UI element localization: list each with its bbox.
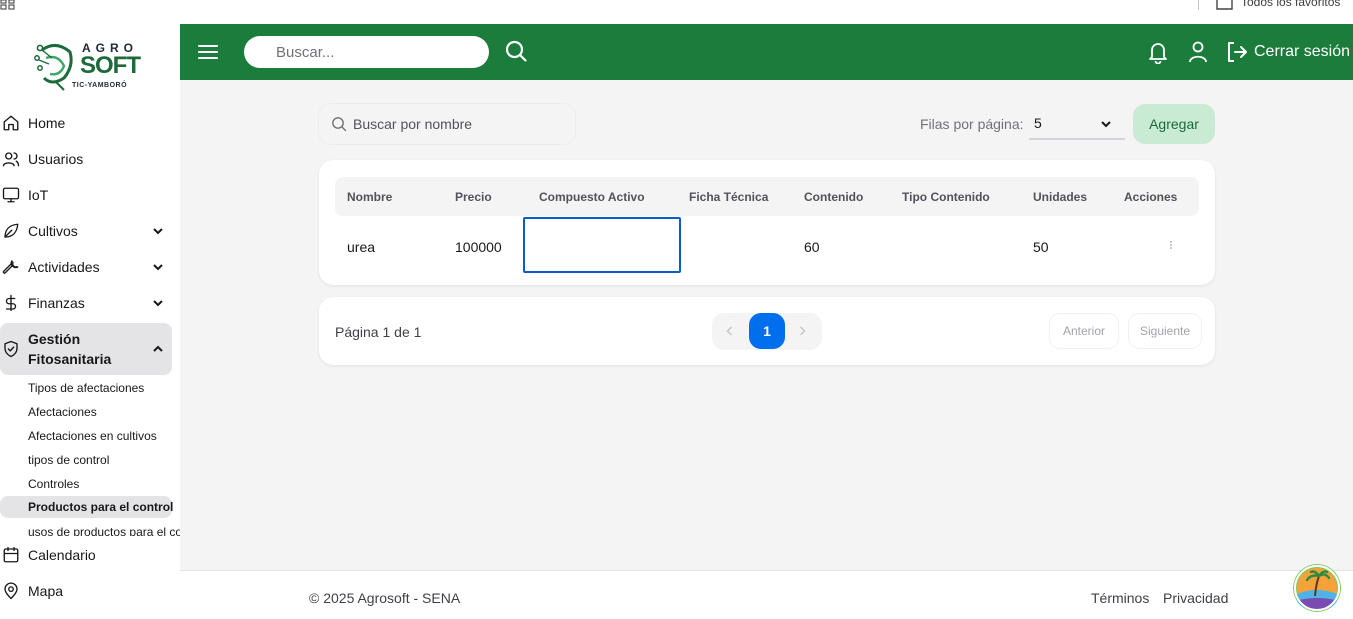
next-page-button[interactable]: Siguiente (1129, 314, 1201, 348)
chevron-right-icon[interactable] (796, 325, 808, 337)
sidebar: AGRO SOFT TIC-YAMBORÓ Home Usuarios IoT … (0, 24, 180, 619)
sidebar-item-label: Mapa (28, 583, 64, 599)
cell-contenido: 60 (804, 239, 820, 255)
column-header-acciones: Acciones (1124, 190, 1178, 204)
submenu-item-productos-control[interactable]: Productos para el control (0, 496, 173, 518)
sidebar-item-iot[interactable]: IoT (0, 180, 172, 210)
bookmark-bar: Todos los favoritos (0, 0, 1353, 24)
search-icon[interactable] (505, 40, 527, 62)
column-header-nombre[interactable]: Nombre (347, 190, 392, 204)
chevron-left-icon[interactable] (724, 325, 736, 337)
column-header-compuesto-activo[interactable]: Compuesto Activo (539, 190, 645, 204)
cell-precio: 100000 (455, 239, 502, 255)
sidebar-item-home[interactable]: Home (0, 108, 172, 138)
more-vertical-icon[interactable] (1168, 239, 1174, 253)
submenu-item-usos-productos[interactable]: usos de productos para el control (0, 521, 180, 536)
copyright-text: © 2025 Agrosoft - SENA (309, 590, 461, 606)
bookmark-divider (1198, 0, 1199, 10)
search-by-name-input[interactable]: Buscar por nombre (319, 104, 575, 144)
logo-text-bottom: TIC-YAMBORÓ (72, 82, 128, 89)
page-summary: Página 1 de 1 (335, 324, 422, 340)
column-header-contenido[interactable]: Contenido (804, 190, 863, 204)
sidebar-item-actividades[interactable]: Actividades (0, 252, 172, 282)
sidebar-item-gestion-fitosanitaria[interactable]: Gestión Fitosanitaria (0, 323, 172, 375)
chevron-down-icon (153, 228, 163, 235)
shield-icon (4, 340, 18, 358)
sidebar-item-finanzas[interactable]: Finanzas (0, 288, 172, 318)
pagination-bar: Página 1 de 1 1 Anterior Siguiente (319, 297, 1215, 365)
sidebar-item-usuarios[interactable]: Usuarios (0, 144, 172, 174)
assistant-avatar-icon[interactable] (1293, 564, 1341, 612)
add-button[interactable]: Agregar (1133, 104, 1215, 144)
global-search-input[interactable] (244, 36, 489, 68)
cell-nombre: urea (347, 239, 376, 255)
users-icon (2, 152, 20, 167)
logout-label: Cerrar sesión (1254, 43, 1351, 60)
sidebar-item-cultivos[interactable]: Cultivos (0, 216, 172, 246)
submenu-item-afectaciones-cultivos[interactable]: Afectaciones en cultivos (0, 425, 172, 447)
pager: 1 (712, 313, 822, 350)
sidebar-item-calendario[interactable]: Calendario (0, 540, 172, 570)
dollar-icon (5, 294, 17, 312)
logo-text-main: SOFT (80, 52, 141, 79)
chevron-down-icon (1101, 121, 1111, 128)
column-header-tipo-contenido[interactable]: Tipo Contenido (902, 190, 990, 204)
sidebar-item-label: Calendario (28, 547, 96, 563)
calendar-icon (3, 546, 19, 563)
logout-button[interactable]: Cerrar sesión (1226, 40, 1350, 64)
apps-grid-icon[interactable] (0, 0, 16, 10)
cell-compuesto-activo-editor[interactable] (523, 217, 681, 273)
logout-icon (1228, 42, 1247, 62)
submenu-item-tipos-afectaciones[interactable]: Tipos de afectaciones (0, 377, 172, 399)
home-icon (3, 115, 19, 131)
sidebar-item-label: Finanzas (28, 295, 85, 311)
column-header-precio[interactable]: Precio (455, 190, 492, 204)
sidebar-item-label: Home (28, 115, 66, 131)
previous-page-button[interactable]: Anterior (1050, 314, 1118, 348)
sidebar-item-label: Usuarios (28, 151, 84, 167)
bell-icon[interactable] (1147, 40, 1169, 64)
wrench-icon (2, 260, 19, 274)
sidebar-item-label: Gestión Fitosanitaria (28, 331, 112, 367)
column-header-ficha-tecnica[interactable]: Ficha Técnica (689, 190, 768, 204)
monitor-icon (2, 187, 20, 203)
leaf-icon (4, 223, 19, 238)
submenu-item-tipos-control[interactable]: tipos de control (0, 449, 172, 471)
chevron-down-icon (153, 300, 163, 307)
terms-link[interactable]: Términos (1091, 590, 1149, 606)
chevron-up-icon (153, 345, 163, 352)
page-button-current[interactable]: 1 (749, 313, 785, 349)
rows-per-page-label: Filas por página: (920, 116, 1024, 132)
submenu-gestion-fitosanitaria: Tipos de afectaciones Afectaciones Afect… (0, 374, 180, 536)
sidebar-item-label: IoT (28, 187, 49, 203)
privacy-link[interactable]: Privacidad (1163, 590, 1228, 606)
sidebar-item-label: Actividades (28, 259, 100, 275)
cell-unidades: 50 (1033, 239, 1049, 255)
search-icon (332, 117, 347, 132)
chevron-down-icon (153, 264, 163, 271)
column-header-unidades[interactable]: Unidades (1033, 190, 1087, 204)
rows-per-page-select[interactable]: 5 (1029, 108, 1125, 140)
products-table: Nombre Precio Compuesto Activo Ficha Téc… (319, 160, 1215, 285)
sidebar-item-mapa[interactable]: Mapa (0, 576, 172, 606)
folder-icon[interactable] (1216, 0, 1233, 10)
map-pin-icon (4, 582, 18, 600)
all-bookmarks-link[interactable]: Todos los favoritos (1241, 0, 1340, 9)
submenu-item-controles[interactable]: Controles (0, 473, 172, 495)
sidebar-item-label: Cultivos (28, 223, 78, 239)
hamburger-menu-icon[interactable] (198, 42, 218, 62)
search-by-name-placeholder: Buscar por nombre (353, 116, 473, 132)
table-header: Nombre Precio Compuesto Activo Ficha Téc… (335, 177, 1199, 216)
user-icon[interactable] (1187, 40, 1209, 64)
rows-per-page-value: 5 (1034, 115, 1042, 131)
top-header: Cerrar sesión (180, 24, 1353, 80)
footer: © 2025 Agrosoft - SENA Términos Privacid… (180, 564, 1353, 619)
submenu-item-afectaciones[interactable]: Afectaciones (0, 401, 172, 423)
